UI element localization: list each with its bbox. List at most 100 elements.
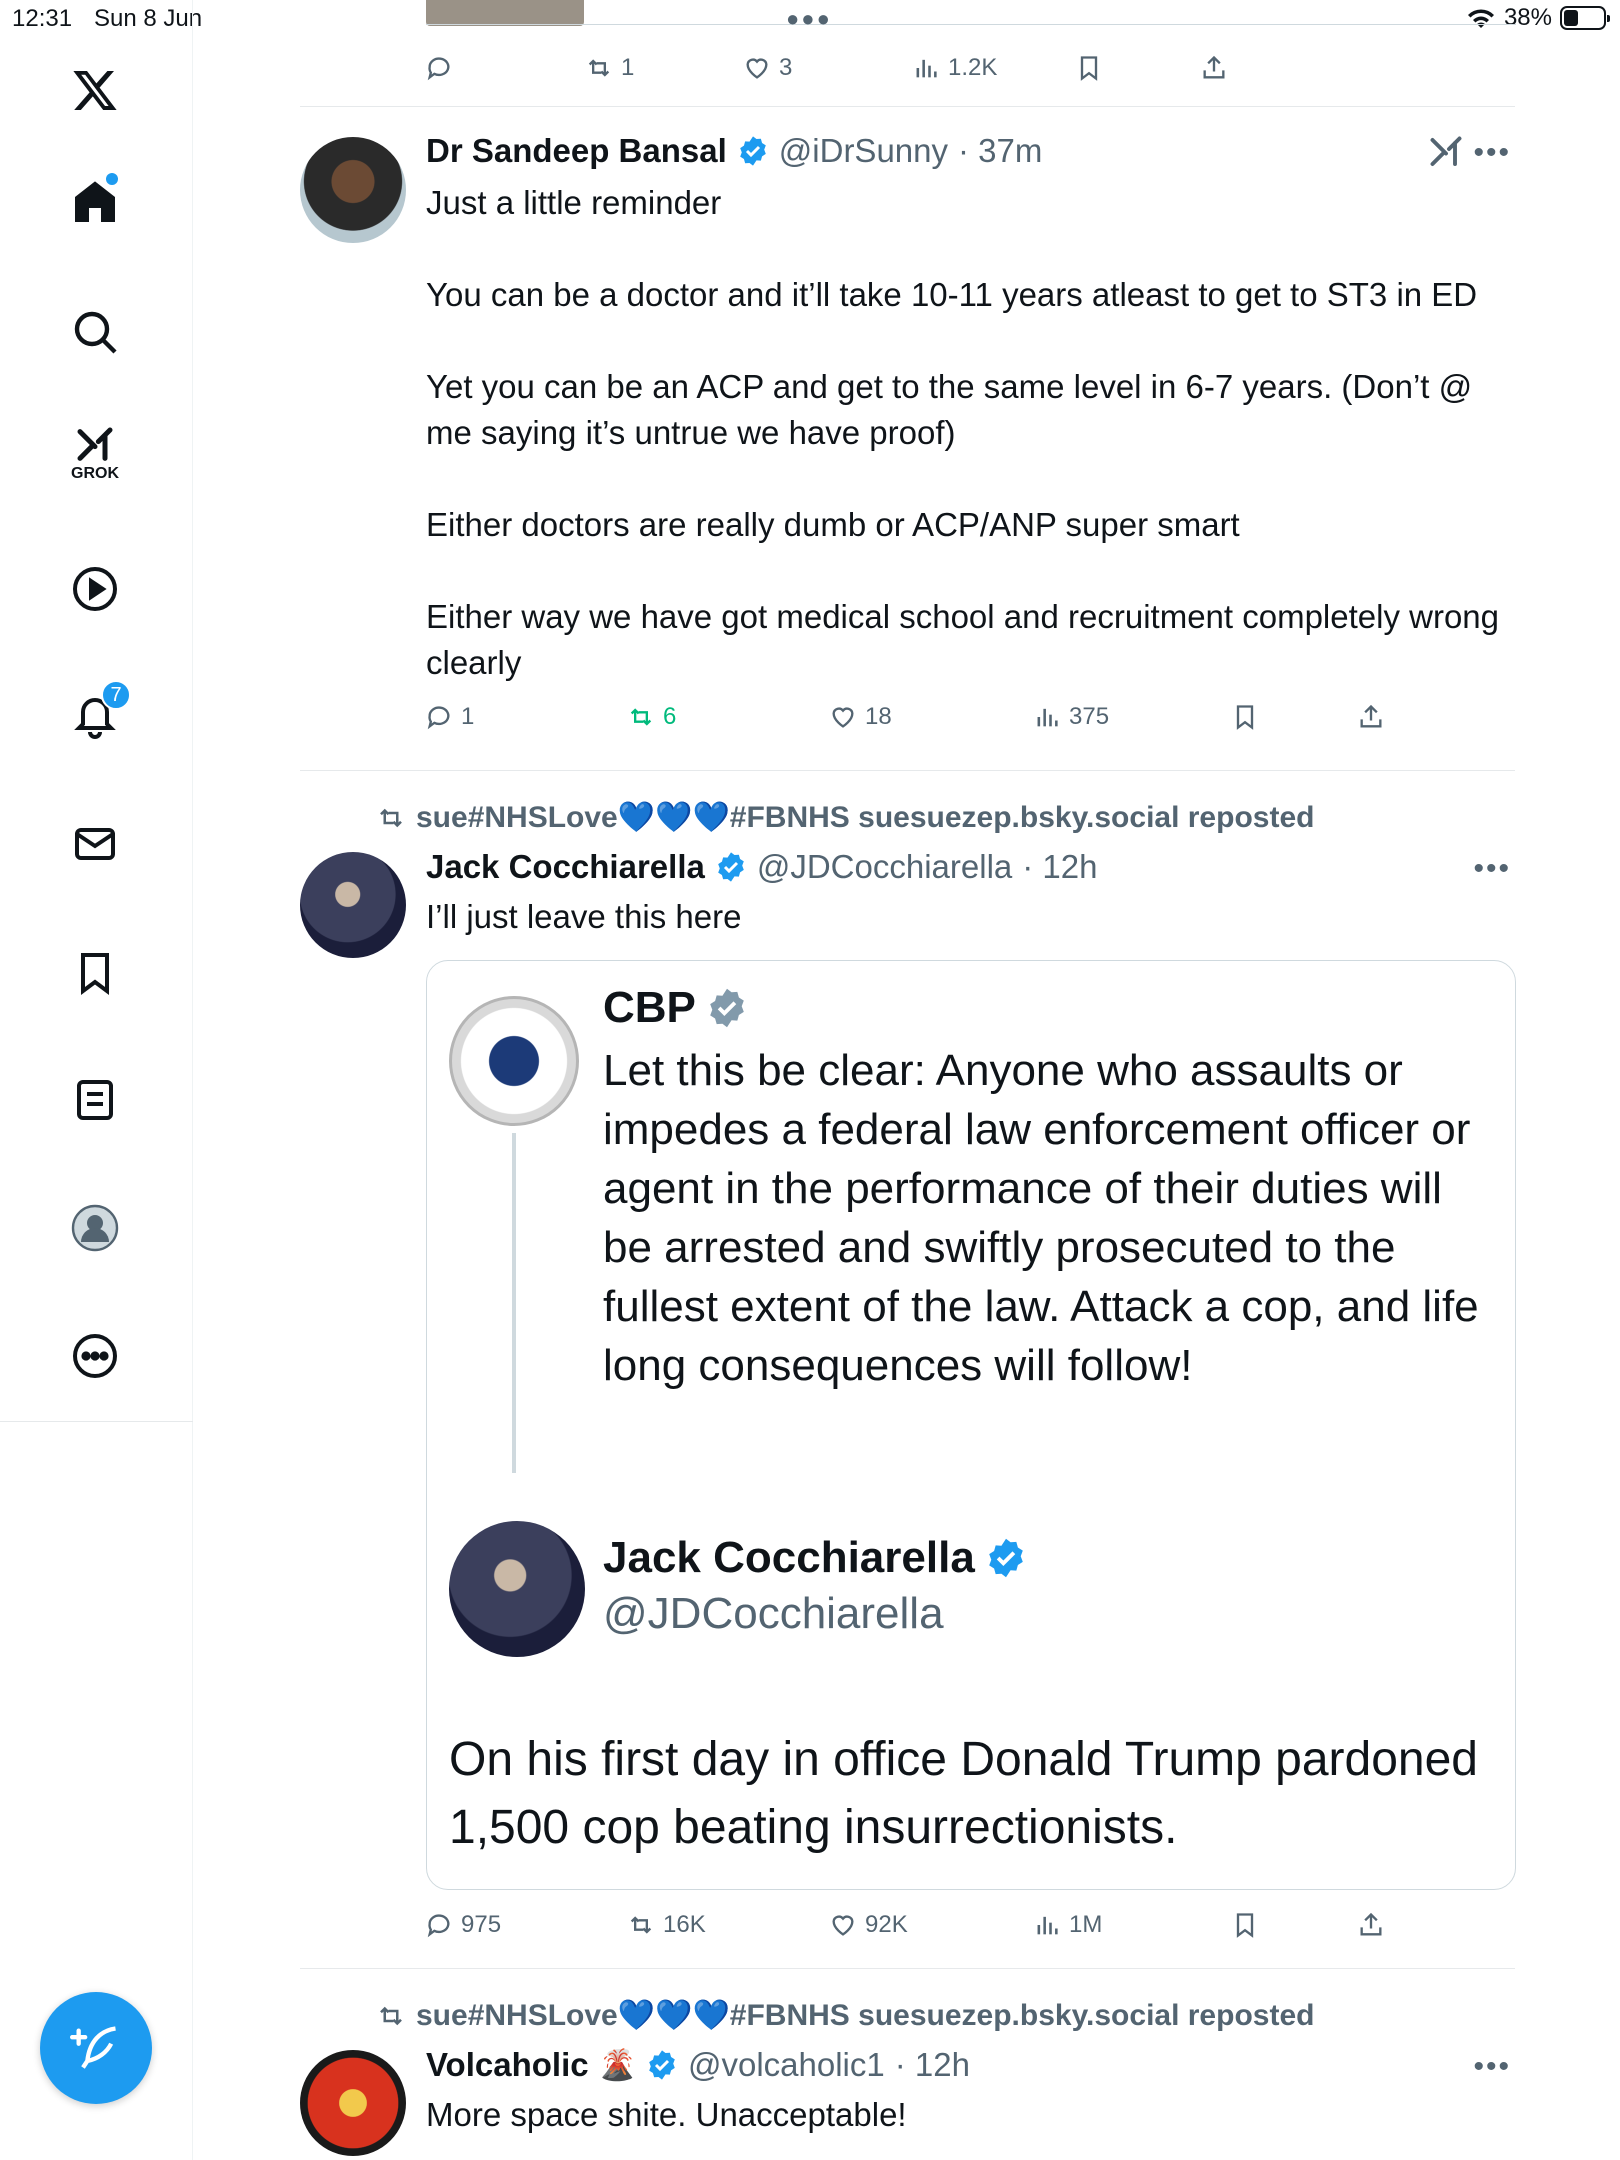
previous-tweet-card-edge: [426, 24, 1516, 25]
author-name[interactable]: Volcaholic: [426, 2046, 589, 2084]
repost-count: 1: [621, 54, 635, 81]
repost-count: 6: [663, 703, 677, 730]
cbp-seal: [449, 996, 579, 1126]
bookmarks-icon[interactable]: [55, 933, 135, 1013]
repost-button[interactable]: 16K: [627, 1905, 706, 1945]
tweet-time[interactable]: · 12h: [1022, 848, 1097, 886]
reply-name: Jack Cocchiarella: [603, 1533, 975, 1582]
more-options-icon[interactable]: •••: [1473, 852, 1511, 886]
reply-header: Jack Cocchiarella: [603, 1533, 1027, 1583]
tweet-text: Just a little reminder You can be a doct…: [426, 184, 1500, 681]
tweet-actions: 1 6 18 375: [425, 697, 1425, 737]
gray-verified-badge-icon: [710, 988, 744, 1028]
more-options-icon[interactable]: •••: [1473, 136, 1511, 170]
reply-button[interactable]: 975: [425, 1905, 501, 1945]
home-icon[interactable]: [55, 162, 135, 242]
author-handle[interactable]: @iDrSunny: [779, 132, 948, 170]
more-options-icon[interactable]: •••: [1473, 2050, 1511, 2084]
like-count: 18: [865, 703, 892, 730]
thread-line: [512, 1133, 516, 1473]
search-icon[interactable]: [55, 292, 135, 372]
repost-icon: [380, 2006, 402, 2025]
like-count: 92K: [865, 1911, 908, 1938]
notifications-icon[interactable]: 7: [55, 676, 135, 756]
cbp-name: CBP: [603, 983, 696, 1032]
tweet-header: Jack Cocchiarella @JDCocchiarella · 12h: [426, 848, 1097, 886]
author-handle[interactable]: @JDCocchiarella: [757, 848, 1012, 886]
views-button[interactable]: 375: [1033, 697, 1109, 737]
previous-tweet-image[interactable]: [426, 0, 584, 26]
volcano-emoji: 🌋: [598, 2048, 636, 2082]
bookmark-button[interactable]: [1231, 1905, 1259, 1945]
bookmark-button[interactable]: [1075, 48, 1103, 88]
avatar[interactable]: [300, 137, 406, 243]
tweet-time[interactable]: · 37m: [958, 132, 1042, 170]
repost-button[interactable]: 1: [585, 48, 634, 88]
notifications-badge: 7: [101, 680, 131, 710]
tweet-text: I’ll just leave this here: [426, 898, 742, 935]
share-button[interactable]: [1200, 48, 1228, 88]
sidebar: GROK 7: [0, 0, 193, 2160]
messages-icon[interactable]: [55, 804, 135, 884]
tweet-header: Dr Sandeep Bansal @iDrSunny · 37m: [426, 132, 1042, 170]
reply-text: On his first day in office Donald Trump …: [449, 1733, 1478, 1854]
x-logo-icon[interactable]: [55, 50, 135, 130]
home-unread-dot: [106, 173, 118, 185]
verified-badge-icon: [718, 852, 744, 882]
share-button[interactable]: [1357, 1905, 1385, 1945]
like-button[interactable]: 18: [829, 697, 892, 737]
compose-button[interactable]: [40, 1992, 152, 2104]
profile-icon[interactable]: [55, 1188, 135, 1268]
repost-line: sue#NHSLove💙💙💙#FBNHS suesuezep.bsky.soci…: [416, 1999, 1315, 2032]
repost-button[interactable]: 6: [627, 697, 676, 737]
like-count: 3: [779, 54, 793, 81]
verified-badge-icon: [988, 1538, 1023, 1578]
tweet-divider: [300, 1968, 1515, 1969]
views-button[interactable]: 1.2K: [912, 48, 997, 88]
grok-icon[interactable]: GROK: [55, 414, 135, 494]
reply-handle: @JDCocchiarella: [603, 1589, 944, 1638]
reply-button[interactable]: 1: [425, 697, 474, 737]
bookmark-button[interactable]: [1231, 697, 1259, 737]
repost-line: sue#NHSLove💙💙💙#FBNHS suesuezep.bsky.soci…: [416, 801, 1315, 834]
sidebar-divider: [0, 1421, 193, 1422]
repost-icon: [380, 808, 402, 827]
lists-icon[interactable]: [55, 1060, 135, 1140]
avatar[interactable]: [300, 2050, 406, 2156]
battery-icon: [1560, 6, 1610, 30]
avatar[interactable]: [300, 852, 406, 958]
tweet-divider: [300, 106, 1515, 107]
verified-badge-icon: [649, 2050, 675, 2080]
reply-count: 975: [461, 1911, 502, 1938]
like-button[interactable]: 3: [743, 48, 792, 88]
verified-badge-icon: [739, 136, 766, 166]
views-button[interactable]: 1M: [1033, 1905, 1102, 1945]
reply-avatar: [449, 1521, 585, 1657]
video-icon[interactable]: [55, 549, 135, 629]
repost-indicator[interactable]: sue#NHSLove💙💙💙#FBNHS suesuezep.bsky.soci…: [376, 1998, 1314, 2033]
attached-image[interactable]: CBP Let this be clear: Anyone who assaul…: [426, 960, 1516, 1890]
author-name[interactable]: Dr Sandeep Bansal: [426, 132, 727, 170]
tweet-actions: 975 16K 92K 1M: [425, 1905, 1425, 1945]
author-name[interactable]: Jack Cocchiarella: [426, 848, 705, 886]
views-count: 375: [1069, 703, 1110, 730]
tweet-text: More space shite. Unacceptable!: [426, 2096, 907, 2133]
timeline: ●●● 1 3 1.2K Dr Sandeep Bansal @iDrSunny…: [300, 0, 1516, 2160]
tweet-time[interactable]: · 12h: [895, 2046, 970, 2084]
reply-button[interactable]: [425, 48, 453, 88]
cbp-header: CBP: [603, 983, 748, 1033]
more-icon[interactable]: [55, 1316, 135, 1396]
views-count: 1.2K: [948, 54, 998, 81]
reply-count: 1: [461, 703, 475, 730]
repost-indicator[interactable]: sue#NHSLove💙💙💙#FBNHS suesuezep.bsky.soci…: [376, 800, 1314, 835]
like-button[interactable]: 92K: [829, 1905, 908, 1945]
previous-tweet-actions: 1 3 1.2K: [425, 48, 1425, 88]
share-button[interactable]: [1357, 697, 1385, 737]
repost-count: 16K: [663, 1911, 706, 1938]
grok-explain-icon[interactable]: [1428, 134, 1464, 175]
grok-label: GROK: [71, 465, 119, 482]
author-handle[interactable]: @volcaholic1: [688, 2046, 885, 2084]
page-indicator-dots: ●●●: [786, 6, 832, 31]
cbp-post-text: Let this be clear: Anyone who assaults o…: [603, 1046, 1479, 1390]
tweet-divider: [300, 770, 1515, 771]
